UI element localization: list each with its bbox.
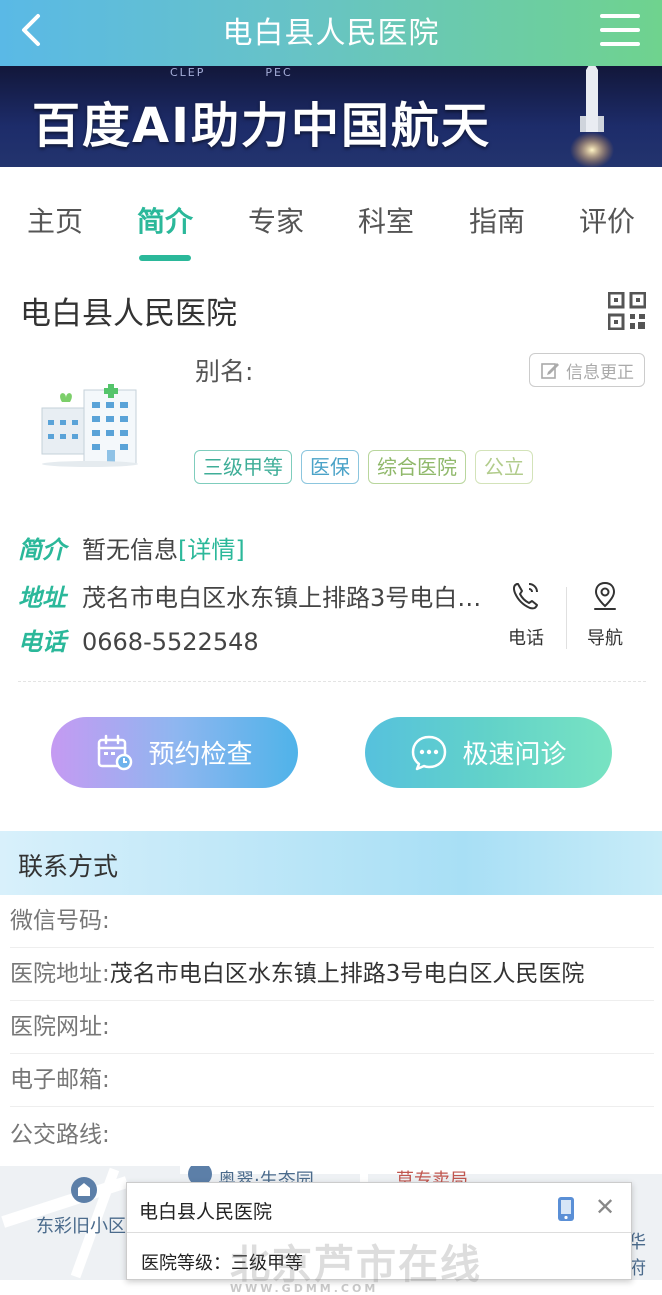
- ad-banner[interactable]: CLEP PEC 百度AI助力中国航天: [0, 66, 662, 167]
- contact-row-label: 电子邮箱:: [10, 1067, 110, 1093]
- tab-active-indicator: [139, 255, 191, 261]
- correct-info-button[interactable]: 信息更正: [529, 353, 645, 387]
- edit-icon: [541, 363, 559, 379]
- watermark: 北京芦市在线 WWW.GDMM.COM: [230, 1242, 482, 1295]
- qr-code-icon[interactable]: [608, 292, 646, 330]
- intro-row: 简介 暂无信息[详情]: [18, 530, 245, 565]
- tag-public: 公立: [475, 450, 533, 484]
- tag-general: 综合医院: [368, 450, 466, 484]
- address-row: 地址 茂名市电白区水东镇上排路3号电白…: [18, 578, 481, 613]
- navigate-label: 导航: [587, 628, 623, 649]
- contact-row-label: 微信号码:: [10, 908, 110, 934]
- call-button[interactable]: 电话: [491, 580, 561, 650]
- call-label: 电话: [508, 628, 544, 649]
- banner-headline: 百度AI助力中国航天: [32, 98, 492, 154]
- map-place-label: 华府: [628, 1232, 646, 1279]
- tag-list: 三级甲等 医保 综合医院 公立: [194, 450, 533, 484]
- contact-row-address: 医院地址:茂名市电白区水东镇上排路3号电白区人民医院: [10, 948, 654, 1001]
- contact-row-email: 电子邮箱:: [10, 1054, 654, 1107]
- intro-value: 暂无信息: [82, 536, 178, 564]
- navigate-button[interactable]: 导航: [570, 580, 640, 650]
- tag-grade: 三级甲等: [194, 450, 292, 484]
- map-place-label: 东彩旧小区: [36, 1216, 126, 1237]
- intro-details-link[interactable]: [详情]: [178, 536, 245, 564]
- contact-row-value: 茂名市电白区水东镇上排路3号电白区人民医院: [109, 961, 585, 987]
- contact-section-header: 联系方式: [0, 831, 662, 895]
- contact-row-wechat: 微信号码:: [10, 895, 654, 948]
- rocket-icon: [570, 66, 614, 167]
- phone-label: 电话: [18, 628, 66, 656]
- contact-row-label: 医院网址:: [10, 1014, 110, 1040]
- tab-reviews[interactable]: 评价: [562, 200, 652, 240]
- contact-heading: 联系方式: [18, 852, 119, 881]
- calendar-clock-icon: [98, 734, 133, 770]
- action-divider: [566, 587, 567, 649]
- phone-call-icon: [512, 583, 538, 610]
- tab-departments[interactable]: 科室: [341, 200, 431, 240]
- contact-row-website: 医院网址:: [10, 1001, 654, 1054]
- banner-logos: CLEP PEC: [170, 66, 293, 79]
- quick-consult-button[interactable]: 极速问诊: [365, 717, 612, 788]
- hospital-building-icon: [41, 384, 138, 467]
- close-icon[interactable]: ✕: [595, 1193, 615, 1221]
- section-divider: [18, 681, 646, 682]
- top-bar: 电白县人民医院: [0, 0, 662, 66]
- contact-row-label: 公交路线:: [10, 1122, 110, 1148]
- tab-home[interactable]: 主页: [10, 200, 100, 240]
- page-title: 电白县人民医院: [222, 16, 440, 51]
- map-poi-icon: [71, 1177, 97, 1203]
- contact-row-label: 医院地址:: [10, 961, 110, 987]
- book-exam-button[interactable]: 预约检查: [51, 717, 298, 788]
- tab-intro[interactable]: 简介: [120, 200, 210, 240]
- intro-label: 简介: [18, 536, 66, 564]
- hospital-name: 电白县人民医院: [20, 296, 237, 332]
- alias-label: 别名:: [195, 357, 254, 386]
- menu-icon[interactable]: [600, 12, 640, 48]
- contact-row-bus: 公交路线:: [10, 1109, 654, 1162]
- book-exam-label: 预约检查: [148, 740, 253, 770]
- phone-value[interactable]: 0668-5522548: [82, 628, 259, 656]
- chat-bubble-icon: [412, 735, 447, 770]
- address-label: 地址: [18, 584, 66, 612]
- tab-bar: 主页 简介 专家 科室 指南 评价: [0, 200, 662, 264]
- tab-guide[interactable]: 指南: [452, 200, 542, 240]
- popup-title: 电白县人民医院: [139, 1201, 273, 1223]
- correct-info-label: 信息更正: [566, 362, 634, 383]
- tag-insurance: 医保: [301, 450, 359, 484]
- tab-experts[interactable]: 专家: [231, 200, 321, 240]
- location-pin-icon: [594, 581, 616, 610]
- phone-row: 电话 0668-5522548: [18, 622, 259, 657]
- mobile-phone-icon[interactable]: [557, 1196, 575, 1222]
- quick-consult-label: 极速问诊: [462, 740, 567, 770]
- address-value[interactable]: 茂名市电白区水东镇上排路3号电白…: [82, 584, 481, 612]
